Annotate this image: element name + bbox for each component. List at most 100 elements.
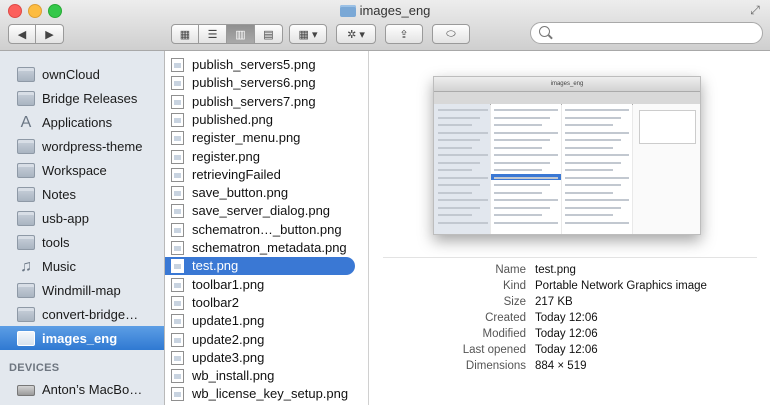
file-row[interactable]: test.png <box>165 257 368 276</box>
device-item[interactable]: Anton’s MacBo… <box>0 377 164 401</box>
file-row[interactable]: toolbar2 <box>165 294 368 312</box>
info-value: 217 KB <box>535 296 573 308</box>
thumbnail-text-line <box>438 161 480 164</box>
file-name: schematron_metadata.png <box>192 240 347 255</box>
thumbnail-text-line <box>565 214 613 216</box>
file-row[interactable]: update3.png <box>165 349 368 367</box>
sidebar-item[interactable]: Notes <box>0 182 164 206</box>
list-view-button[interactable]: ☰ <box>199 24 227 44</box>
file-row[interactable]: save_button.png <box>165 184 368 202</box>
thumbnail-text-line <box>565 221 629 224</box>
device-item-label: Anton’s MacBo… <box>42 381 143 397</box>
thumbnail-text-line <box>565 206 621 209</box>
file-name: wb_install.png <box>192 368 275 384</box>
action-button[interactable]: ✲ ▾ <box>336 24 376 44</box>
image-file-icon <box>171 387 184 402</box>
thumbnail-text-line <box>565 191 613 194</box>
sidebar-item[interactable]: wordpress-theme <box>0 134 164 158</box>
thumbnail-text-line <box>438 169 472 171</box>
thumbnail-text-line <box>494 176 558 179</box>
thumbnail-text-line <box>494 124 542 126</box>
share-button[interactable]: ⇪ <box>385 24 423 44</box>
sidebar-item-label: Notes <box>42 186 76 202</box>
file-row[interactable]: wb_license_key_setup.png <box>165 385 368 403</box>
file-row[interactable]: save_server_dialog.png <box>165 202 368 220</box>
folder-icon <box>17 282 35 298</box>
thumbnail-text-line <box>438 131 488 134</box>
info-key: Size <box>503 296 526 308</box>
file-row[interactable]: register_menu.png <box>165 129 368 147</box>
sidebar-item[interactable]: convert-bridge… <box>0 302 164 326</box>
image-file-icon <box>171 277 184 292</box>
file-row[interactable]: update2.png <box>165 331 368 349</box>
file-name: publish_servers6.png <box>192 75 316 91</box>
sidebar-item[interactable]: Workspace <box>0 158 164 182</box>
window-title: images_eng <box>0 3 770 18</box>
thumbnail-text-line <box>438 221 488 224</box>
thumbnail-text-line <box>438 176 488 179</box>
image-file-icon <box>171 259 184 274</box>
tags-button[interactable]: ⬭ <box>432 24 470 44</box>
image-file-icon <box>171 167 184 182</box>
thumbnail-text-line <box>565 169 613 171</box>
sidebar-item-label: Music <box>42 258 76 274</box>
sidebar-item[interactable]: Bridge Releases <box>0 86 164 110</box>
forward-arrow-icon: ▶ <box>45 28 54 41</box>
info-row: Dimensions 884 × 519 <box>369 360 770 376</box>
thumbnail-text-line <box>494 109 558 111</box>
folder-icon <box>17 306 35 322</box>
column-view-button[interactable]: ▥ <box>227 24 255 44</box>
sidebar-item[interactable]: ownCloud <box>0 62 164 86</box>
coverflow-view-button[interactable]: ▤ <box>255 24 283 44</box>
sidebar-item[interactable]: usb-app <box>0 206 164 230</box>
file-row[interactable]: update1.png <box>165 312 368 330</box>
fullscreen-icon[interactable]: ⤢ <box>748 3 762 17</box>
file-row[interactable]: schematron…_button.png <box>165 221 368 239</box>
info-value: 884 × 519 <box>535 360 587 372</box>
file-name: register.png <box>192 148 260 164</box>
thumbnail-text-line <box>438 184 480 186</box>
file-row[interactable]: register.png <box>165 148 368 166</box>
forward-button[interactable]: ▶ <box>36 24 64 44</box>
arrange-button[interactable]: ▦ ▾ <box>289 24 327 44</box>
back-button[interactable]: ◀ <box>8 24 36 44</box>
file-row[interactable]: toolbar1.png <box>165 276 368 294</box>
sidebar-item[interactable]: A Applications <box>0 110 164 134</box>
image-file-icon <box>171 112 184 127</box>
sidebar-item[interactable]: tools <box>0 230 164 254</box>
thumbnail-text-line <box>494 206 550 209</box>
search-input[interactable] <box>530 22 763 44</box>
file-row[interactable]: publish_servers5.png <box>165 56 368 74</box>
sidebar-item-label: Windmill-map <box>42 282 121 298</box>
sidebar-item[interactable]: ♫ Music <box>0 254 164 278</box>
file-row[interactable]: publish_servers6.png <box>165 74 368 92</box>
thumbnail-text-line <box>494 146 542 149</box>
folder-icon <box>17 162 35 178</box>
sidebar-item-label: images_eng <box>42 330 118 346</box>
file-row[interactable]: retrievingFailed <box>165 166 368 184</box>
file-row[interactable]: schematron_metadata.png <box>165 239 368 257</box>
folder-icon <box>17 90 35 106</box>
thumbnail-text-line <box>494 214 542 216</box>
file-row[interactable]: wb_install.png <box>165 367 368 385</box>
folder-icon <box>17 330 35 346</box>
info-row: Name test.png <box>369 264 770 280</box>
thumbnail-text-line <box>565 146 613 149</box>
icon-view-button[interactable]: ▦ <box>171 24 199 44</box>
info-row: Size 217 KB <box>369 296 770 312</box>
image-file-icon <box>171 58 184 72</box>
info-key: Created <box>485 312 526 324</box>
file-name: retrievingFailed <box>192 166 281 182</box>
sidebar-item[interactable]: images_eng <box>0 326 164 350</box>
thumbnail-mini-preview <box>639 110 696 144</box>
file-row[interactable]: publish_servers7.png <box>165 93 368 111</box>
thumbnail-text-line <box>438 146 472 149</box>
search-icon <box>539 26 550 37</box>
thumbnail-text-line <box>438 124 472 126</box>
image-file-icon <box>171 131 184 146</box>
file-row[interactable]: published.png <box>165 111 368 129</box>
file-name: update1.png <box>192 313 265 329</box>
applications-icon: A <box>20 113 32 131</box>
sidebar-item[interactable]: Windmill-map <box>0 278 164 302</box>
thumbnail-text-line <box>565 199 629 201</box>
